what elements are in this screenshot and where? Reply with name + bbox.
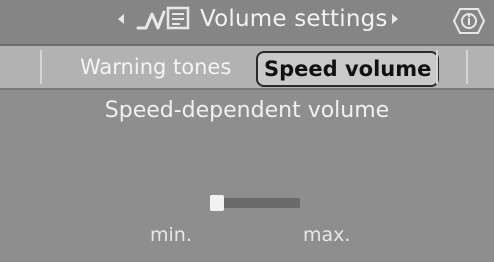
tab-divider: [40, 50, 42, 84]
slider-min-label: min.: [150, 224, 192, 246]
tab-divider: [466, 50, 468, 84]
tab-bar: Warning tones Speed volume: [0, 46, 494, 90]
volume-settings-screen: Volume settings Warning tones Speed volu…: [0, 0, 494, 262]
chevron-right-icon[interactable]: [392, 14, 398, 24]
page-title: Volume settings: [200, 6, 388, 32]
title-bar: Volume settings: [0, 0, 494, 46]
tab-warning-tones[interactable]: Warning tones: [80, 51, 231, 83]
audio-settings-icon: [136, 6, 190, 30]
volume-slider-track[interactable]: [222, 198, 300, 208]
tab-divider: [436, 50, 438, 84]
speed-volume-panel: Speed-dependent volume min. max.: [0, 90, 494, 262]
info-icon[interactable]: [452, 6, 486, 36]
chevron-left-icon[interactable]: [118, 14, 124, 24]
volume-slider-knob[interactable]: [210, 195, 224, 211]
tab-speed-volume[interactable]: Speed volume: [256, 51, 440, 87]
slider-max-label: max.: [303, 224, 351, 246]
section-title: Speed-dependent volume: [104, 98, 390, 123]
